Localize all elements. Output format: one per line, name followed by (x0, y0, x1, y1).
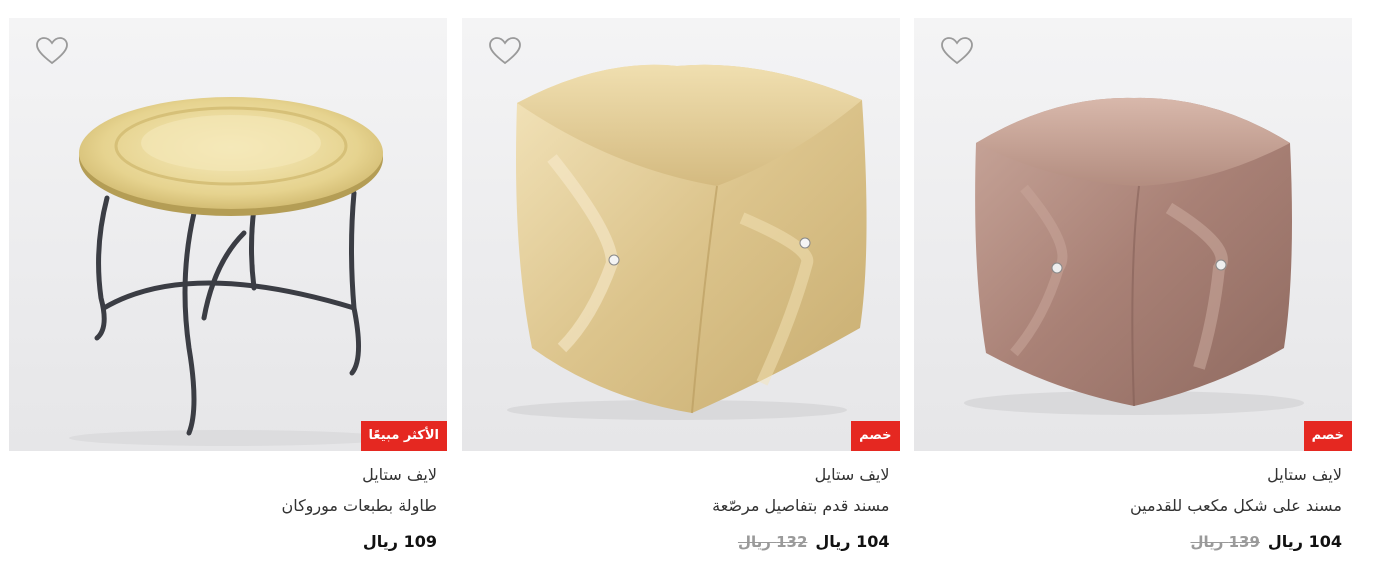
product-image[interactable]: الأكثر مبيعًا (9, 18, 447, 451)
bestseller-badge: الأكثر مبيعًا (360, 421, 447, 451)
product-brand: لايف ستايل (1267, 465, 1342, 484)
discount-badge: خصم (1303, 421, 1352, 451)
product-price: 104 ريال (1267, 532, 1342, 551)
product-name[interactable]: مسند قدم بتفاصيل مرصّعة (462, 495, 889, 517)
moroccan-table-image (69, 97, 389, 446)
product-price: 109 ريال (362, 532, 437, 551)
product-old-price: 132 ريال (737, 533, 808, 551)
heart-outline-icon[interactable] (35, 36, 69, 66)
product-card[interactable]: خصم لايف ستايل مسند على شكل مكعب للقدمين… (914, 18, 1352, 563)
pink-cube-pouf-image (964, 97, 1304, 415)
product-grid: خصم لايف ستايل مسند على شكل مكعب للقدمين… (9, 18, 1352, 563)
price-row: 109 ريال (9, 531, 437, 553)
product-name[interactable]: مسند على شكل مكعب للقدمين (914, 495, 1342, 517)
product-card[interactable]: الأكثر مبيعًا لايف ستايل طاولة بطبعات مو… (9, 18, 447, 563)
product-card[interactable]: خصم لايف ستايل مسند قدم بتفاصيل مرصّعة 1… (461, 18, 900, 563)
product-old-price: 139 ريال (1190, 533, 1260, 551)
product-brand: لايف ستايل (814, 465, 890, 484)
product-brand: لايف ستايل (362, 465, 437, 484)
heart-outline-icon[interactable] (488, 36, 522, 66)
product-image[interactable]: خصم (461, 18, 900, 451)
price-row: 104 ريال 139 ريال (914, 531, 1342, 553)
heart-outline-icon[interactable] (940, 36, 974, 66)
product-image[interactable]: خصم (914, 18, 1352, 451)
product-price: 104 ريال (815, 532, 890, 551)
discount-badge: خصم (851, 421, 900, 451)
product-name[interactable]: طاولة بطبعات موروكان (9, 495, 437, 517)
gold-cube-pouf-image (506, 64, 867, 420)
price-row: 104 ريال 132 ريال (462, 531, 890, 553)
